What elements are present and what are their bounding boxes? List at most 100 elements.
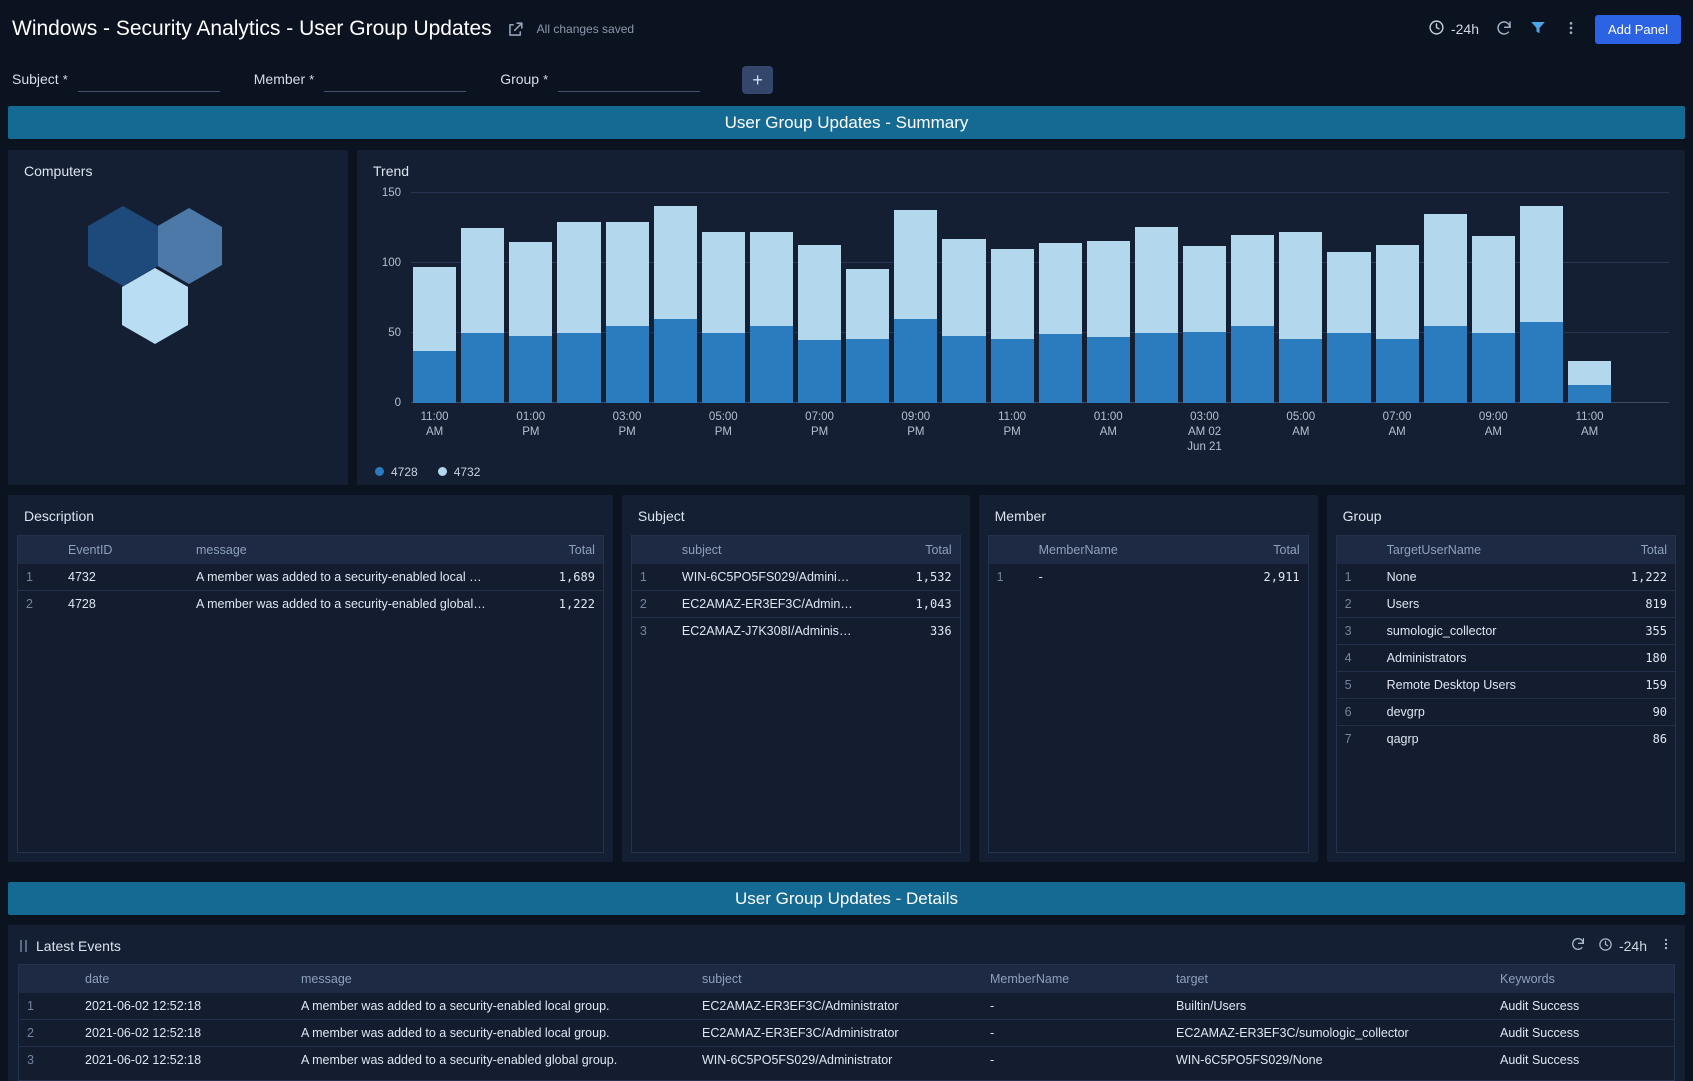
table-row[interactable]: 3EC2AMAZ-J7K308I/Administrator336	[632, 618, 960, 645]
page-title: Windows - Security Analytics - User Grou…	[12, 17, 492, 41]
share-icon[interactable]	[506, 20, 525, 39]
column-header[interactable]: MemberName	[1031, 536, 1202, 564]
panel-kebab-button[interactable]	[1659, 936, 1673, 955]
filter-icon	[1529, 19, 1547, 40]
column-header[interactable]: Keywords	[1492, 965, 1674, 993]
drag-handle-icon[interactable]	[20, 940, 27, 952]
stacked-bar[interactable]	[654, 193, 697, 403]
top-bar-actions: -24h Add Panel	[1428, 15, 1681, 44]
table-row[interactable]: 7qagrp86	[1337, 726, 1675, 753]
column-header[interactable]: EventID	[60, 536, 188, 564]
table-row[interactable]: 4Administrators180	[1337, 645, 1675, 672]
column-header[interactable]: message	[293, 965, 694, 993]
table-row[interactable]: 5Remote Desktop Users159	[1337, 672, 1675, 699]
add-filter-button[interactable]: +	[742, 66, 773, 94]
stacked-bar[interactable]	[1231, 193, 1274, 403]
panel-time-range-control[interactable]: -24h	[1598, 937, 1647, 955]
column-header[interactable]: target	[1168, 965, 1492, 993]
column-header[interactable]: message	[188, 536, 495, 564]
table-row[interactable]: 12021-06-02 12:52:18A member was added t…	[19, 993, 1674, 1020]
table-row[interactable]: 6devgrp90	[1337, 699, 1675, 726]
table-row[interactable]: 1WIN-6C5PO5FS029/Administrator1,532	[632, 564, 960, 591]
stacked-bar[interactable]	[702, 193, 745, 403]
table-cell: A member was added to a security-enabled…	[188, 591, 495, 618]
table-row[interactable]: 2EC2AMAZ-ER3EF3C/Administrator1,043	[632, 591, 960, 618]
stacked-bar[interactable]	[606, 193, 649, 403]
table-row[interactable]: 14732A member was added to a security-en…	[18, 564, 603, 591]
column-header[interactable]: date	[77, 965, 293, 993]
x-tick-label: 09:00 AM	[1472, 410, 1515, 455]
stacked-bar[interactable]	[1279, 193, 1322, 403]
table-cell: A member was added to a security-enabled…	[293, 1047, 694, 1074]
required-mark: *	[543, 72, 548, 87]
table-cell: qagrp	[1379, 726, 1579, 753]
table-row[interactable]: 24728A member was added to a security-en…	[18, 591, 603, 618]
group-filter-input[interactable]	[558, 69, 700, 92]
x-tick-label	[1231, 410, 1274, 455]
table-row[interactable]: 1-2,911	[989, 564, 1308, 590]
column-header[interactable]: Total	[495, 536, 603, 564]
table-cell: 4732	[60, 564, 188, 591]
required-mark: *	[63, 72, 68, 87]
stacked-bar[interactable]	[798, 193, 841, 403]
table-row[interactable]: 22021-06-02 12:52:18A member was added t…	[19, 1020, 1674, 1047]
column-header[interactable]: Total	[862, 536, 960, 564]
filter-button[interactable]	[1529, 19, 1547, 40]
honeycomb-cell-medium[interactable]	[156, 208, 222, 284]
kebab-menu-button[interactable]	[1563, 19, 1579, 40]
column-header[interactable]: MemberName	[982, 965, 1168, 993]
stacked-bar[interactable]	[557, 193, 600, 403]
column-header[interactable]: Total	[1202, 536, 1308, 564]
stacked-bar[interactable]	[1039, 193, 1082, 403]
stacked-bar[interactable]	[1087, 193, 1130, 403]
stacked-bar[interactable]	[413, 193, 456, 403]
stacked-bar[interactable]	[1376, 193, 1419, 403]
chart-legend: 4728 4732	[373, 455, 1669, 481]
x-tick-label	[1327, 410, 1370, 455]
member-filter-input[interactable]	[324, 69, 466, 92]
stacked-bar[interactable]	[1183, 193, 1226, 403]
table-row[interactable]: 1None1,222	[1337, 564, 1675, 591]
stacked-bar[interactable]	[942, 193, 985, 403]
stacked-bar[interactable]	[461, 193, 504, 403]
member-panel: Member MemberNameTotal1-2,911	[979, 495, 1318, 862]
column-header[interactable]: TargetUserName	[1379, 536, 1579, 564]
table-cell: None	[1379, 564, 1579, 591]
description-panel: Description EventIDmessageTotal14732A me…	[8, 495, 613, 862]
legend-item[interactable]: 4728	[375, 465, 418, 479]
stacked-bar[interactable]	[509, 193, 552, 403]
latest-events-header: Latest Events -24h	[18, 934, 1675, 964]
stacked-bar[interactable]	[1135, 193, 1178, 403]
table-cell: Administrators	[1379, 645, 1579, 672]
stacked-bar[interactable]	[750, 193, 793, 403]
stacked-bar[interactable]	[1472, 193, 1515, 403]
table-row[interactable]: 2Users819	[1337, 591, 1675, 618]
stacked-bar[interactable]	[894, 193, 937, 403]
column-header[interactable]: subject	[674, 536, 862, 564]
add-panel-button[interactable]: Add Panel	[1595, 15, 1681, 44]
time-range-control[interactable]: -24h	[1428, 19, 1479, 39]
column-header[interactable]: Total	[1579, 536, 1675, 564]
table-cell: 90	[1579, 699, 1675, 726]
stacked-bar[interactable]	[1520, 193, 1563, 403]
subject-filter-input[interactable]	[78, 69, 220, 92]
stacked-bar[interactable]	[846, 193, 889, 403]
stacked-bar[interactable]	[1568, 193, 1611, 403]
table-cell: A member was added to a security-enabled…	[293, 1020, 694, 1047]
stacked-bar[interactable]	[1424, 193, 1467, 403]
x-tick-label: 07:00 AM	[1376, 410, 1419, 455]
time-range-label: -24h	[1451, 21, 1479, 37]
refresh-button[interactable]	[1495, 19, 1513, 40]
legend-dot-icon	[375, 467, 384, 476]
table-row[interactable]: 32021-06-02 12:52:18A member was added t…	[19, 1047, 1674, 1074]
table-cell: WIN-6C5PO5FS029/Administrator	[674, 564, 862, 591]
panel-refresh-button[interactable]	[1570, 936, 1586, 955]
table-row[interactable]: 3sumologic_collector355	[1337, 618, 1675, 645]
stacked-bar[interactable]	[1327, 193, 1370, 403]
chart-y-axis: 050100150	[373, 193, 411, 403]
column-header[interactable]: subject	[694, 965, 982, 993]
stacked-bar[interactable]	[991, 193, 1034, 403]
table-cell: Remote Desktop Users	[1379, 672, 1579, 699]
x-tick-label	[1520, 410, 1563, 455]
legend-item[interactable]: 4732	[438, 465, 481, 479]
